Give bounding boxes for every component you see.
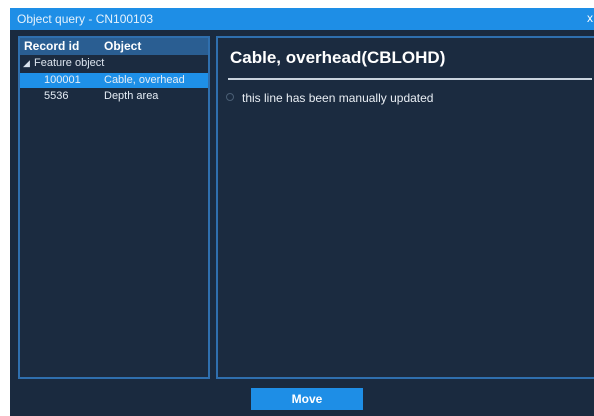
tree-row-selected[interactable]: 100001 Cable, overhead <box>20 73 208 88</box>
attribute-text: this line has been manually updated <box>242 91 434 105</box>
record-id-cell: 5536 <box>44 90 69 102</box>
footer-bar: Move <box>10 380 594 416</box>
object-query-window: Object query - CN100103 x Record id Obje… <box>10 8 594 416</box>
record-object-cell: Depth area <box>104 90 159 102</box>
object-details-panel: Cable, overhead(CBLOHD) this line has be… <box>216 36 594 379</box>
tree-row[interactable]: 5536 Depth area <box>20 89 208 104</box>
title-bar[interactable]: Object query - CN100103 x <box>10 8 594 30</box>
tree-group-feature-object[interactable]: ◢ Feature object <box>20 57 208 72</box>
close-icon[interactable]: x <box>587 11 593 25</box>
expand-triangle-icon[interactable]: ◢ <box>23 58 30 69</box>
column-header-object[interactable]: Object <box>104 39 141 53</box>
record-id-cell: 100001 <box>44 74 81 86</box>
tree-group-label: Feature object <box>34 57 105 69</box>
attribute-row: this line has been manually updated <box>226 90 586 106</box>
title-divider <box>228 78 592 80</box>
record-object-cell: Cable, overhead <box>104 74 185 86</box>
object-title: Cable, overhead(CBLOHD) <box>230 48 446 67</box>
record-tree-panel: Record id Object ◢ Feature object 100001… <box>18 36 210 379</box>
column-header-record-id[interactable]: Record id <box>24 39 79 53</box>
move-button[interactable]: Move <box>251 388 363 410</box>
radio-circle-icon <box>226 93 234 101</box>
tree-column-header: Record id Object <box>20 38 208 55</box>
window-title: Object query - CN100103 <box>17 12 154 26</box>
